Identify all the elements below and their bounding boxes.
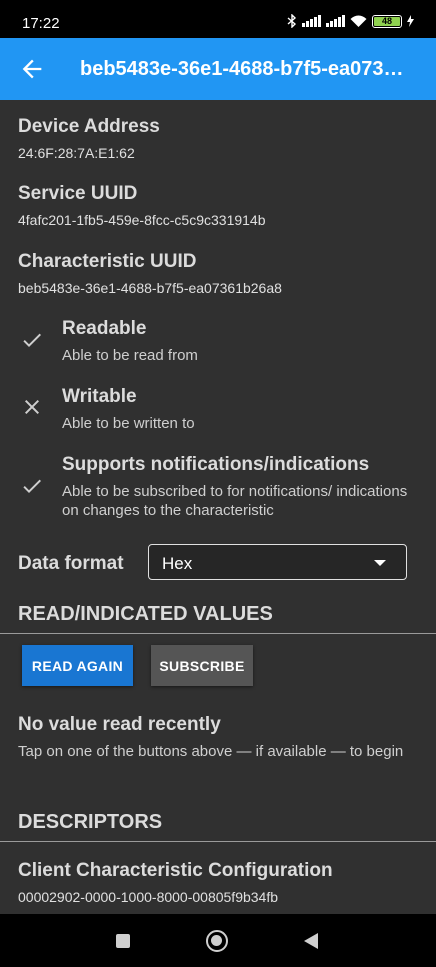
section-divider	[0, 841, 436, 842]
data-format-value: Hex	[162, 554, 193, 573]
home-icon[interactable]	[206, 930, 228, 952]
characteristic-uuid-label: Characteristic UUID	[18, 251, 197, 272]
read-values-section-title: READ/INDICATED VALUES	[18, 603, 273, 625]
signal-icon	[302, 15, 321, 27]
status-bar: 17:22 48	[0, 0, 436, 38]
empty-value-title: No value read recently	[18, 714, 221, 735]
page-title: beb5483e-36e1-4688-b7f5-ea07361b26a8	[80, 58, 410, 80]
bluetooth-icon	[287, 14, 297, 28]
service-uuid-label: Service UUID	[18, 183, 138, 204]
arrow-back-icon[interactable]	[18, 55, 46, 83]
property-description: Able to be read from	[62, 347, 198, 364]
charging-icon	[407, 15, 414, 27]
descriptors-section-title: DESCRIPTORS	[18, 811, 163, 833]
property-description: Able to be subscribed to for notificatio…	[62, 483, 408, 519]
empty-value-description: Tap on one of the buttons above — if ava…	[18, 743, 404, 760]
characteristic-uuid: Characteristic UUID beb5483e-36e1-4688-b…	[18, 251, 418, 296]
close-icon	[25, 400, 39, 414]
subscribe-button[interactable]: SUBSCRIBE	[151, 645, 253, 686]
device-address-label: Device Address	[18, 116, 160, 137]
status-icons: 48	[287, 14, 414, 28]
dropdown-arrow-icon	[374, 560, 386, 566]
system-nav-bar	[0, 914, 436, 967]
descriptor-label: Client Characteristic Configuration	[18, 860, 333, 881]
property-label: Writable	[62, 386, 137, 407]
empty-value-message: No value read recently Tap on one of the…	[18, 714, 418, 761]
app-bar: beb5483e-36e1-4688-b7f5-ea07361b26a8	[0, 38, 436, 100]
recents-icon[interactable]	[116, 934, 130, 948]
property-readable-text: Readable Able to be read from	[62, 318, 422, 365]
nav-back-icon[interactable]	[304, 933, 318, 949]
device-address-value: 24:6F:28:7A:E1:62	[18, 145, 135, 161]
battery-icon: 48	[372, 14, 402, 28]
section-divider	[0, 633, 436, 634]
property-description: Able to be written to	[62, 415, 195, 432]
service-uuid-value: 4fafc201-1fb5-459e-8fcc-c5c9c331914b	[18, 212, 266, 228]
property-label: Readable	[62, 318, 147, 339]
descriptor-item[interactable]: Client Characteristic Configuration 0000…	[18, 860, 418, 905]
property-label: Supports notifications/indications	[62, 454, 370, 475]
read-again-button[interactable]: READ AGAIN	[22, 645, 133, 686]
service-uuid: Service UUID 4fafc201-1fb5-459e-8fcc-c5c…	[18, 183, 418, 228]
descriptor-uuid: 00002902-0000-1000-8000-00805f9b34fb	[18, 889, 279, 905]
property-notifications-text: Supports notifications/indications Able …	[62, 454, 422, 520]
characteristic-details[interactable]: Device Address 24:6F:28:7A:E1:62 Service…	[0, 100, 436, 914]
data-format-select[interactable]: Hex	[148, 544, 407, 580]
battery-level: 48	[381, 16, 392, 26]
wifi-icon	[350, 15, 367, 27]
device-address: Device Address 24:6F:28:7A:E1:62	[18, 116, 418, 161]
characteristic-uuid-value: beb5483e-36e1-4688-b7f5-ea07361b26a8	[18, 280, 282, 296]
status-time: 17:22	[22, 15, 60, 32]
check-icon	[23, 333, 41, 347]
data-format-label: Data format	[18, 553, 124, 574]
check-icon	[23, 479, 41, 493]
signal-icon	[326, 15, 345, 27]
property-writable-text: Writable Able to be written to	[62, 386, 422, 433]
